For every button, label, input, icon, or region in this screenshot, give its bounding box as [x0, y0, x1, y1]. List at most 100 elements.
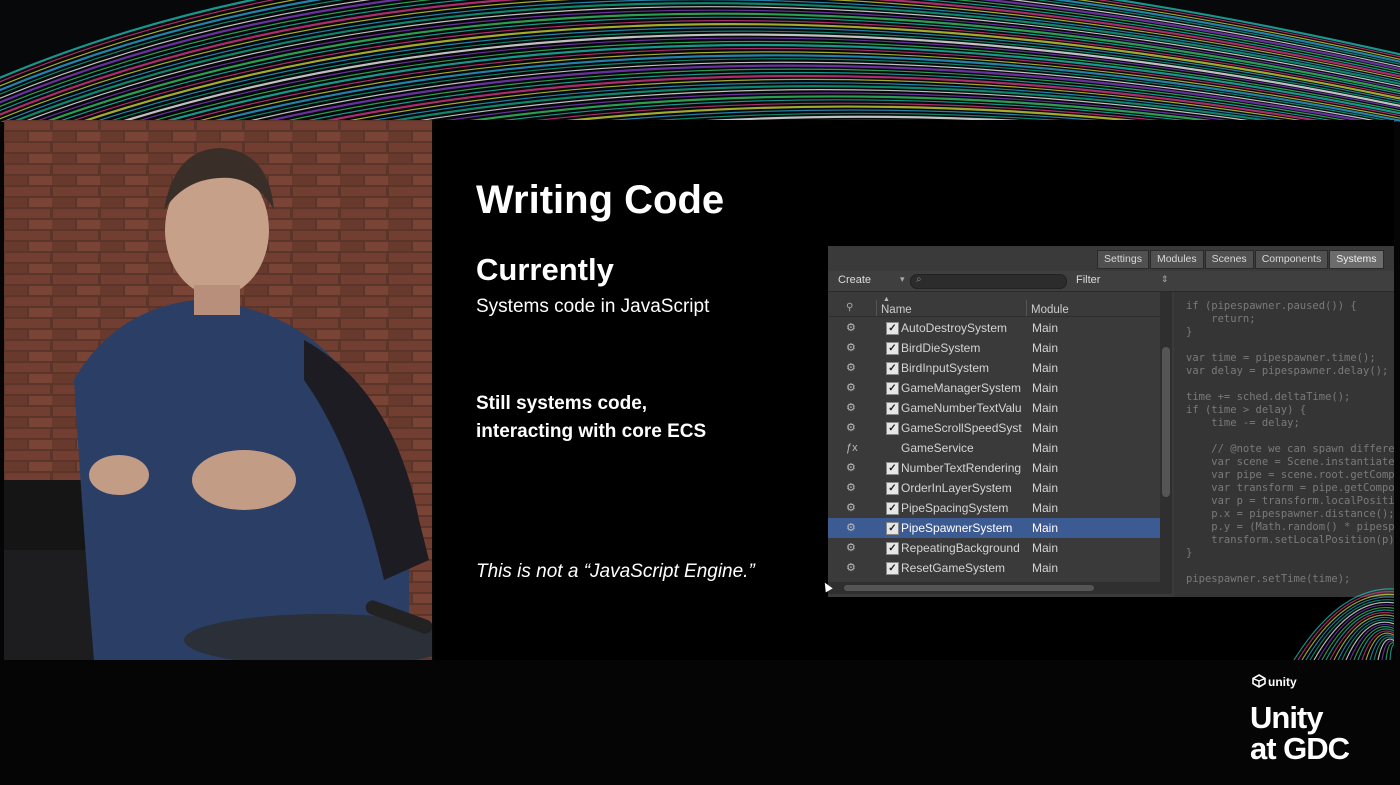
code-line: return; — [1186, 313, 1256, 325]
speaker-image — [4, 120, 432, 660]
code-line: time += sched.deltaTime(); — [1186, 391, 1351, 403]
gears-icon: ⚙ — [846, 562, 856, 574]
enabled-checkbox[interactable]: ✓ — [886, 542, 899, 555]
system-module: Main — [1032, 481, 1059, 495]
list-item[interactable]: ⚙ ✓ AutoDestroySystem Main — [828, 318, 1160, 338]
system-module: Main — [1032, 341, 1059, 355]
tab-systems[interactable]: Systems — [1329, 250, 1384, 269]
system-name: GameNumberTextValu — [901, 401, 1022, 415]
enabled-checkbox[interactable]: ✓ — [886, 342, 899, 355]
code-line: p.x = pipespawner.distance(); — [1186, 508, 1394, 520]
system-module: Main — [1032, 541, 1059, 555]
system-name: PipeSpawnerSystem — [901, 521, 1013, 535]
create-dropdown[interactable]: Create — [838, 274, 871, 286]
editor-toolbar: Create ▾ ⌕ Filter ⇕ — [828, 271, 1394, 292]
gears-icon: ⚙ — [846, 522, 856, 534]
enabled-checkbox[interactable]: ✓ — [886, 522, 899, 535]
search-input[interactable] — [910, 274, 1067, 289]
list-item[interactable]: ⚙ ✓ GameNumberTextValu Main — [828, 398, 1160, 418]
list-item[interactable]: ⚙ ✓ NumberTextRendering Main — [828, 458, 1160, 478]
enabled-checkbox[interactable]: ✓ — [886, 422, 899, 435]
list-item[interactable]: ⚙ ✓ PipeSpawnerSystem Main — [828, 518, 1160, 538]
tab-components[interactable]: Components — [1254, 250, 1329, 269]
system-name: GameManagerSystem — [901, 381, 1022, 395]
gears-icon: ⚙ — [846, 382, 856, 394]
list-item[interactable]: ⚙ ✓ ResetGameSystem Main — [828, 558, 1160, 578]
code-line: } — [1186, 547, 1193, 559]
enabled-checkbox[interactable]: ✓ — [886, 502, 899, 515]
system-name: RepeatingBackground — [901, 541, 1020, 555]
chevron-updown-icon: ⇕ — [1161, 274, 1169, 284]
column-divider — [1026, 300, 1027, 316]
enabled-checkbox[interactable]: ✓ — [886, 322, 899, 335]
system-module: Main — [1032, 401, 1059, 415]
column-header: ⚲ ▲ Name Module — [828, 296, 1164, 317]
gears-icon: ⚙ — [846, 482, 856, 494]
enabled-checkbox[interactable]: ✓ — [886, 562, 899, 575]
list-item[interactable]: ⚙ ✓ OrderInLayerSystem Main — [828, 478, 1160, 498]
system-module: Main — [1032, 561, 1059, 575]
code-line: var delay = pipespawner.delay(); — [1186, 365, 1389, 377]
swirl-lines-graphic — [0, 0, 1400, 122]
bottom-bar — [0, 660, 1400, 785]
enabled-checkbox[interactable]: ✓ — [886, 362, 899, 375]
search-icon: ⌕ — [916, 274, 922, 285]
code-line: if (time > delay) { — [1186, 404, 1307, 416]
code-line: time -= delay; — [1186, 417, 1300, 429]
swirl-line — [1389, 644, 1394, 660]
vertical-scrollbar[interactable] — [1160, 292, 1172, 582]
code-line: var pipe = scene.root.getCompon — [1186, 469, 1394, 481]
sort-arrow-icon: ▲ — [883, 296, 890, 303]
system-name: PipeSpacingSystem — [901, 501, 1009, 515]
tab-modules[interactable]: Modules — [1149, 250, 1204, 269]
chevron-down-icon: ▾ — [900, 274, 905, 284]
list-item[interactable]: ⚙ ✓ BirdInputSystem Main — [828, 358, 1160, 378]
slide-bullet-line-2: interacting with core ECS — [476, 421, 707, 442]
scrollbar-thumb[interactable] — [844, 585, 1094, 591]
code-preview: if (pipespawner.paused()) { return;} var … — [1174, 292, 1394, 597]
tab-settings[interactable]: Settings — [1097, 250, 1149, 269]
list-item[interactable]: ⚙ ✓ RepeatingBackground Main — [828, 538, 1160, 558]
code-line: var time = pipespawner.time(); — [1186, 352, 1376, 364]
gears-icon: ⚙ — [846, 342, 856, 354]
system-module: Main — [1032, 421, 1059, 435]
scrollbar-thumb[interactable] — [1162, 347, 1170, 497]
column-divider — [876, 300, 877, 316]
list-item[interactable]: ⚙ ✓ GameManagerSystem Main — [828, 378, 1160, 398]
decorative-banner — [0, 0, 1400, 122]
enabled-checkbox[interactable]: ✓ — [886, 382, 899, 395]
gears-icon: ⚙ — [846, 462, 856, 474]
editor-panel: Settings Modules Scenes Components Syste… — [828, 246, 1394, 597]
unity-logo-icon — [1252, 674, 1266, 688]
system-name: OrderInLayerSystem — [901, 481, 1012, 495]
enabled-checkbox[interactable]: ✓ — [886, 462, 899, 475]
code-line: var p = transform.localPosition(); — [1211, 495, 1394, 507]
system-name: GameService — [901, 441, 974, 455]
horizontal-scrollbar[interactable] — [828, 582, 1172, 594]
speaker-video — [4, 120, 432, 660]
code-line: var scene = Scene.instantiate('ga — [1211, 456, 1394, 468]
column-header-name[interactable]: Name — [881, 304, 912, 316]
list-item[interactable]: ⚙ ✓ BirdDieSystem Main — [828, 338, 1160, 358]
filter-dropdown[interactable]: Filter — [1076, 274, 1100, 286]
system-module: Main — [1032, 521, 1059, 535]
slide-heading: Currently — [476, 252, 614, 287]
code-line: var transform = pipe.getCompone — [1186, 482, 1394, 494]
list-item[interactable]: ƒx GameService Main — [828, 438, 1160, 458]
enabled-checkbox[interactable]: ✓ — [886, 402, 899, 415]
function-icon: ƒx — [846, 442, 858, 454]
column-header-module[interactable]: Module — [1031, 304, 1069, 316]
list-item[interactable]: ⚙ ✓ PipeSpacingSystem Main — [828, 498, 1160, 518]
enabled-checkbox[interactable]: ✓ — [886, 482, 899, 495]
unity-logo-text: unity — [1268, 675, 1297, 689]
tab-scenes[interactable]: Scenes — [1204, 250, 1254, 269]
system-module: Main — [1032, 361, 1059, 375]
list-item[interactable]: ⚙ ✓ GameScrollSpeedSyst Main — [828, 418, 1160, 438]
gears-icon: ⚙ — [846, 542, 856, 554]
system-module: Main — [1032, 461, 1059, 475]
gears-icon: ⚙ — [846, 362, 856, 374]
system-name: ResetGameSystem — [901, 561, 1006, 575]
slide-bullet-line-1: Still systems code, — [476, 393, 648, 414]
gears-icon: ⚙ — [846, 402, 856, 414]
system-name: GameScrollSpeedSyst — [901, 421, 1022, 435]
